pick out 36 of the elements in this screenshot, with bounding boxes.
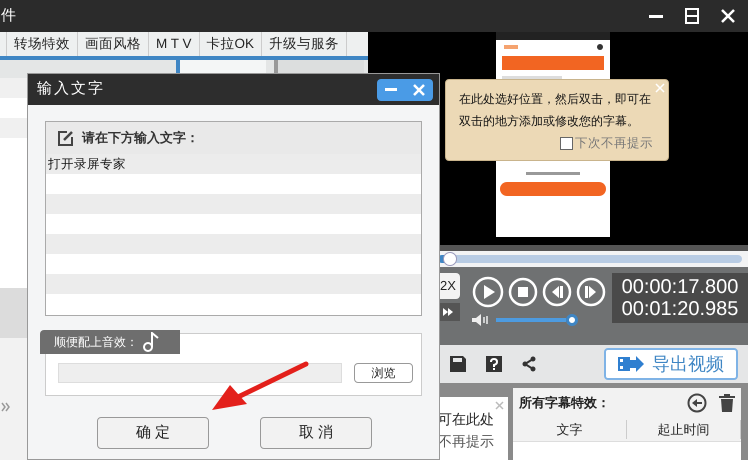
restore-icon[interactable] [684, 8, 700, 24]
checkbox-label: 下次不再提示 [575, 135, 653, 152]
browse-button[interactable]: 浏览 [354, 363, 413, 383]
total-time: 00:01:20.985 [622, 298, 738, 320]
double-chevron-icon[interactable] [1, 402, 10, 412]
share-icon[interactable] [522, 356, 536, 372]
current-time: 00:00:17.800 [622, 276, 738, 298]
tip-text: 在此处选好位置，然后双击，即可在双击的地方添加或修改您的字幕。 [459, 91, 652, 130]
music-note-icon [142, 332, 160, 352]
panel-title: 所有字幕特效： [519, 394, 611, 412]
column-header[interactable]: 起止时间 [627, 420, 741, 440]
film-arrow-icon [618, 356, 644, 372]
cancel-button[interactable]: 取 消 [260, 417, 372, 449]
window-title: 件 [1, 6, 16, 26]
previous-frame-icon[interactable] [542, 277, 572, 307]
trash-icon[interactable] [719, 394, 735, 412]
dialog-title: 输入文字 [37, 79, 105, 100]
progress-track[interactable] [438, 255, 742, 263]
play-icon[interactable] [472, 276, 504, 308]
hint-text: 可在此处 [438, 410, 495, 429]
stop-icon[interactable] [508, 277, 538, 307]
checkbox[interactable] [560, 136, 573, 150]
input-prompt: 请在下方输入文字： [82, 129, 199, 148]
speaker-icon[interactable] [472, 314, 490, 326]
fast-forward-icon [443, 308, 453, 316]
ok-button[interactable]: 确 定 [97, 417, 209, 449]
section-label: 顺便配上音效： [54, 334, 138, 351]
column-header[interactable]: 文字 [513, 420, 627, 440]
progress-thumb[interactable] [443, 252, 458, 266]
edit-icon [58, 130, 74, 146]
save-icon[interactable] [450, 356, 466, 372]
text-input-area[interactable]: 打开录屏专家 [46, 154, 421, 315]
export-video-button[interactable]: 导出视频 [604, 348, 738, 380]
next-frame-icon[interactable] [576, 277, 606, 307]
volume-thumb[interactable] [566, 314, 578, 326]
help-icon[interactable] [486, 356, 502, 372]
